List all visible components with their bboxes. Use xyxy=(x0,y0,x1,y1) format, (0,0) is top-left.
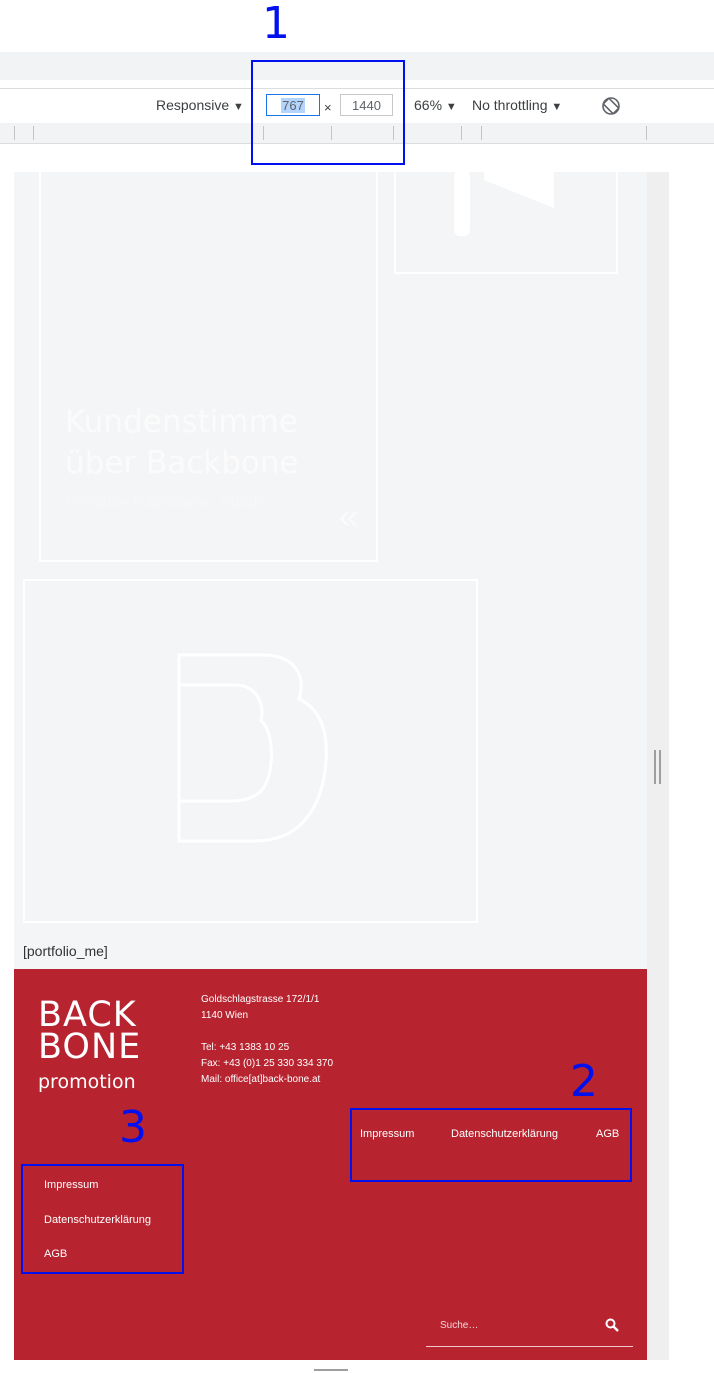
megaphone-icon xyxy=(454,170,554,236)
chevron-down-icon: ▼ xyxy=(551,101,563,113)
footer-logo[interactable]: BACK BONE promotion xyxy=(38,998,142,1094)
zoom-select[interactable]: 66% ▼ xyxy=(414,97,457,113)
annotation-box-3 xyxy=(21,1164,184,1274)
testimonial-title-line1: Kundenstimme xyxy=(65,404,298,440)
device-mode-label: Responsive xyxy=(156,97,230,113)
brand-b-icon xyxy=(177,653,328,843)
address-street: Goldschlagstrasse 172/1/1 xyxy=(201,994,320,1005)
search-input[interactable] xyxy=(426,1315,620,1335)
contact-mail: Mail: office[at]back-bone.at xyxy=(201,1074,321,1085)
service-icon-card xyxy=(394,168,618,274)
testimonial-card: Kundenstimme über Backbone Vorname Nachn… xyxy=(39,168,378,562)
annotation-box-1 xyxy=(251,60,405,165)
chevron-down-icon: ▼ xyxy=(233,101,244,113)
resize-handle-icon[interactable] xyxy=(654,750,661,784)
annotation-number-2: 2 xyxy=(570,1056,598,1107)
logo-line-bone: BONE xyxy=(38,1027,142,1067)
address-city: 1140 Wien xyxy=(201,1010,249,1021)
footer-address: Goldschlagstrasse 172/1/1 1140 Wien Tel:… xyxy=(201,992,333,1088)
throttling-label: No throttling xyxy=(472,97,548,113)
page-content: Kundenstimme über Backbone Vorname Nachn… xyxy=(14,168,647,969)
logo-card xyxy=(23,579,478,923)
search-icon[interactable] xyxy=(605,1318,619,1332)
zoom-label: 66% xyxy=(414,97,443,113)
annotation-box-2 xyxy=(350,1108,632,1182)
throttling-select[interactable]: No throttling ▼ xyxy=(472,97,562,113)
testimonial-title-line2: über Backbone xyxy=(65,445,299,481)
annotation-number-3: 3 xyxy=(119,1102,147,1153)
contact-tel: Tel: +43 1383 10 25 xyxy=(201,1042,290,1053)
annotation-number-1: 1 xyxy=(262,0,290,49)
bottom-resize-handle[interactable] xyxy=(314,1369,348,1371)
logo-line-promotion: promotion xyxy=(38,1071,136,1093)
testimonial-author: Vorname Nachname, Kunde xyxy=(65,494,267,511)
portfolio-shortcode: [portfolio_me] xyxy=(23,943,108,959)
search-underline xyxy=(426,1346,633,1347)
device-mode-select[interactable]: Responsive ▼ xyxy=(156,97,244,113)
rotate-icon[interactable] xyxy=(601,96,621,121)
quote-icon: « xyxy=(339,498,358,536)
contact-fax: Fax: +43 (0)1 25 330 334 370 xyxy=(201,1058,334,1069)
chevron-down-icon: ▼ xyxy=(445,101,457,113)
